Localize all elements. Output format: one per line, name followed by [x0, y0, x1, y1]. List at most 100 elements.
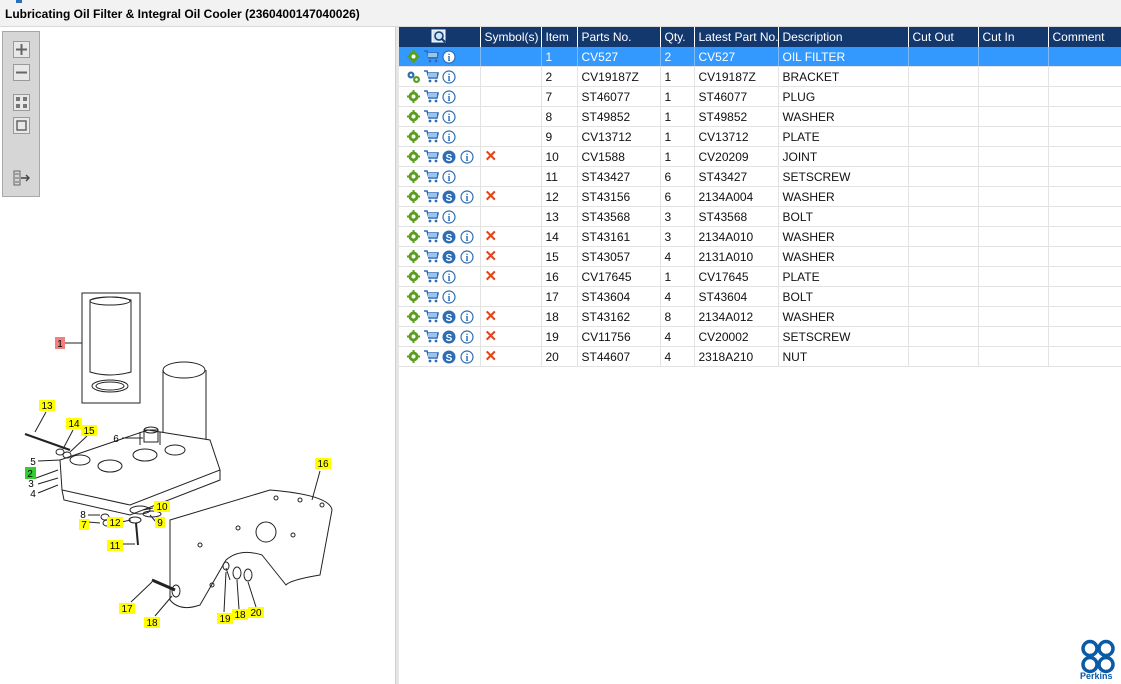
- comment-cell[interactable]: [1048, 206, 1121, 227]
- column-header-latest-part-no[interactable]: Latest Part No.: [694, 27, 779, 47]
- comment-cell[interactable]: [1048, 326, 1121, 347]
- supersession-icon[interactable]: S: [441, 229, 457, 245]
- callout-10[interactable]: 10: [156, 502, 168, 513]
- cut-out-cell[interactable]: [908, 266, 979, 287]
- gear-icon[interactable]: [405, 109, 421, 125]
- supersession-icon[interactable]: S: [441, 309, 457, 325]
- comment-cell[interactable]: [1048, 47, 1121, 67]
- cart-icon[interactable]: [423, 69, 439, 85]
- gear-icon[interactable]: [405, 329, 421, 345]
- column-header-cut-out[interactable]: Cut Out: [908, 27, 979, 47]
- table-row[interactable]: Si ✕ 14 ST43161 3 2134A010 WASHER: [399, 226, 1121, 247]
- cart-icon[interactable]: [423, 129, 439, 145]
- info-icon[interactable]: i: [441, 109, 457, 125]
- info-icon[interactable]: i: [459, 229, 475, 245]
- callout-20[interactable]: 20: [250, 608, 262, 619]
- cart-icon[interactable]: [423, 109, 439, 125]
- info-icon[interactable]: i: [441, 209, 457, 225]
- gear-icon[interactable]: [405, 249, 421, 265]
- callout-5[interactable]: 5: [30, 457, 36, 468]
- column-header-qty[interactable]: Qty.: [660, 27, 695, 47]
- cart-icon[interactable]: [423, 329, 439, 345]
- cut-out-cell[interactable]: [908, 86, 979, 107]
- comment-cell[interactable]: [1048, 86, 1121, 107]
- cut-out-cell[interactable]: [908, 66, 979, 87]
- cut-out-cell[interactable]: [908, 246, 979, 267]
- comment-cell[interactable]: [1048, 106, 1121, 127]
- gear-icon[interactable]: [405, 49, 421, 65]
- callout-17[interactable]: 17: [121, 604, 133, 615]
- callout-11[interactable]: 11: [110, 541, 121, 552]
- cart-icon[interactable]: [423, 289, 439, 305]
- cut-in-cell[interactable]: [978, 146, 1049, 167]
- cut-in-cell[interactable]: [978, 246, 1049, 267]
- table-row[interactable]: i 7 ST46077 1 ST46077 PLUG: [399, 86, 1121, 107]
- cut-in-cell[interactable]: [978, 166, 1049, 187]
- gear-icon[interactable]: [405, 229, 421, 245]
- cut-in-cell[interactable]: [978, 86, 1049, 107]
- cart-icon[interactable]: [423, 209, 439, 225]
- callout-8[interactable]: 8: [80, 510, 86, 521]
- gear-icon[interactable]: [405, 209, 421, 225]
- callout-13[interactable]: 13: [41, 401, 53, 412]
- table-row[interactable]: i 2 CV19187Z 1 CV19187Z BRACKET: [399, 66, 1121, 87]
- column-header-tools[interactable]: [399, 27, 481, 47]
- callout-1[interactable]: 1: [57, 339, 63, 350]
- cart-icon[interactable]: [423, 189, 439, 205]
- cut-out-cell[interactable]: [908, 306, 979, 327]
- info-icon[interactable]: i: [459, 189, 475, 205]
- cart-icon[interactable]: [423, 89, 439, 105]
- cut-out-cell[interactable]: [908, 47, 979, 67]
- gears-icon[interactable]: [405, 69, 421, 85]
- table-row[interactable]: i 13 ST43568 3 ST43568 BOLT: [399, 206, 1121, 227]
- comment-cell[interactable]: [1048, 146, 1121, 167]
- cut-out-cell[interactable]: [908, 226, 979, 247]
- comment-cell[interactable]: [1048, 166, 1121, 187]
- cut-out-cell[interactable]: [908, 346, 979, 367]
- table-row[interactable]: Si ✕ 15 ST43057 4 2131A010 WASHER: [399, 246, 1121, 267]
- info-icon[interactable]: i: [441, 269, 457, 285]
- cut-in-cell[interactable]: [978, 346, 1049, 367]
- cart-icon[interactable]: [423, 169, 439, 185]
- cart-icon[interactable]: [423, 49, 439, 65]
- comment-cell[interactable]: [1048, 186, 1121, 207]
- cut-in-cell[interactable]: [978, 106, 1049, 127]
- search-parts-icon[interactable]: [431, 28, 447, 44]
- cut-out-cell[interactable]: [908, 146, 979, 167]
- cut-in-cell[interactable]: [978, 266, 1049, 287]
- gear-icon[interactable]: [405, 269, 421, 285]
- table-row[interactable]: i 8 ST49852 1 ST49852 WASHER: [399, 106, 1121, 127]
- cut-out-cell[interactable]: [908, 326, 979, 347]
- comment-cell[interactable]: [1048, 306, 1121, 327]
- gear-icon[interactable]: [405, 349, 421, 365]
- supersession-icon[interactable]: S: [441, 349, 457, 365]
- cut-in-cell[interactable]: [978, 186, 1049, 207]
- cut-out-cell[interactable]: [908, 186, 979, 207]
- gear-icon[interactable]: [405, 149, 421, 165]
- cart-icon[interactable]: [423, 309, 439, 325]
- table-row[interactable]: Si ✕ 18 ST43162 8 2134A012 WASHER: [399, 306, 1121, 327]
- callout-16[interactable]: 16: [317, 459, 329, 470]
- cut-in-cell[interactable]: [978, 126, 1049, 147]
- callout-19[interactable]: 19: [219, 614, 231, 625]
- comment-cell[interactable]: [1048, 246, 1121, 267]
- cut-out-cell[interactable]: [908, 126, 979, 147]
- cut-in-cell[interactable]: [978, 226, 1049, 247]
- callout-15[interactable]: 15: [83, 426, 95, 437]
- gear-icon[interactable]: [405, 289, 421, 305]
- table-row[interactable]: i 1 CV527 2 CV527 OIL FILTER: [399, 47, 1121, 67]
- gear-icon[interactable]: [405, 309, 421, 325]
- comment-cell[interactable]: [1048, 346, 1121, 367]
- info-icon[interactable]: i: [459, 309, 475, 325]
- supersession-icon[interactable]: S: [441, 149, 457, 165]
- info-icon[interactable]: i: [441, 129, 457, 145]
- supersession-icon[interactable]: S: [441, 329, 457, 345]
- info-icon[interactable]: i: [459, 249, 475, 265]
- info-icon[interactable]: i: [441, 49, 457, 65]
- table-row[interactable]: i ✕ 16 CV17645 1 CV17645 PLATE: [399, 266, 1121, 287]
- callout-7[interactable]: 7: [81, 520, 87, 531]
- cut-in-cell[interactable]: [978, 206, 1049, 227]
- comment-cell[interactable]: [1048, 266, 1121, 287]
- column-header-parts-no[interactable]: Parts No.: [577, 27, 661, 47]
- cut-in-cell[interactable]: [978, 47, 1049, 67]
